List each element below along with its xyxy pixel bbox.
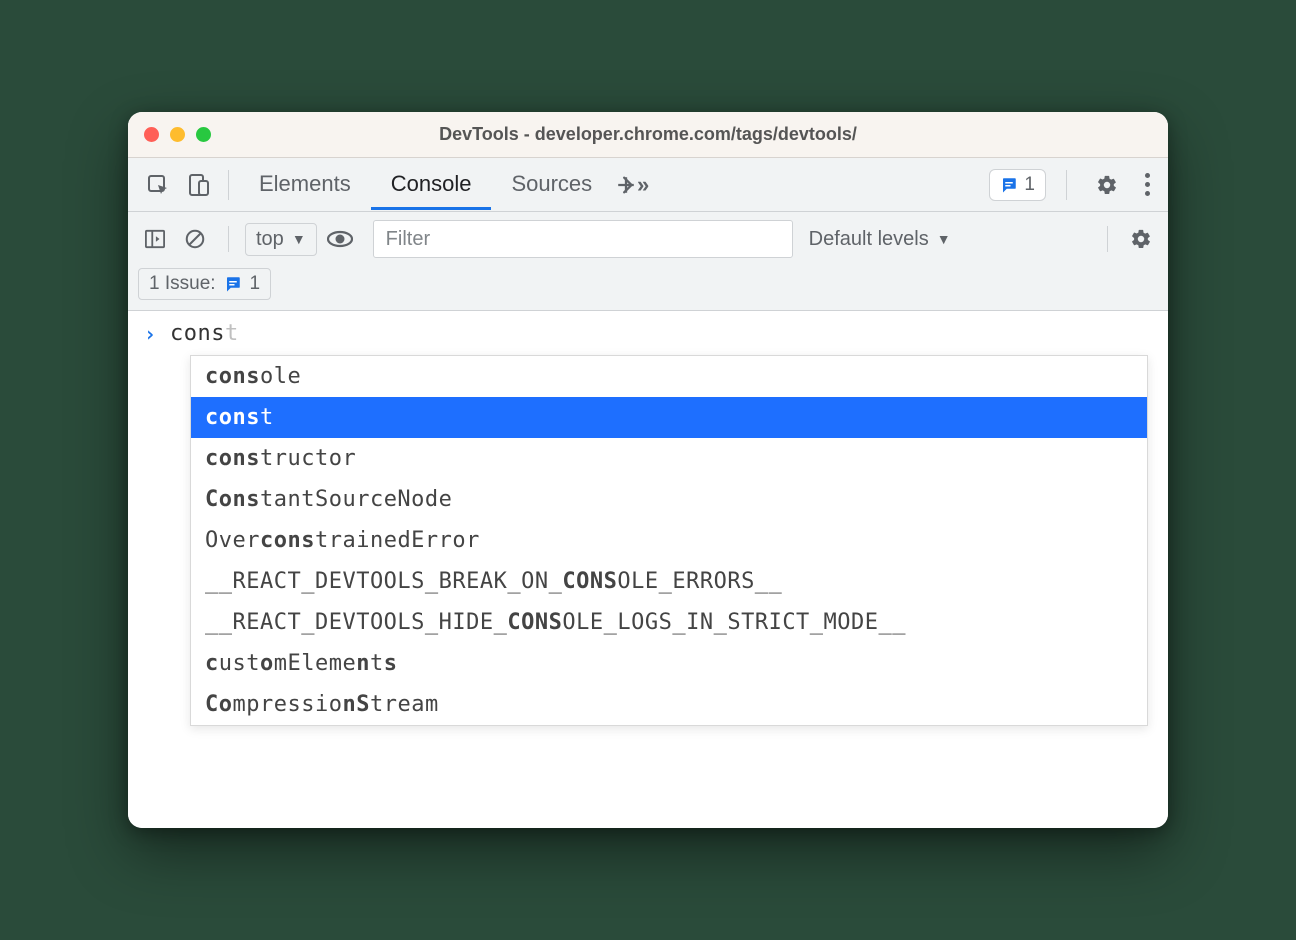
typed-prefix: cons bbox=[170, 321, 225, 346]
issues-pill-count: 1 bbox=[1024, 174, 1035, 196]
panel-tabs: Elements Console Sources » bbox=[239, 159, 652, 210]
window-controls bbox=[144, 127, 211, 142]
issues-pill[interactable]: 1 bbox=[989, 169, 1046, 201]
autocomplete-item[interactable]: OverconstrainedError bbox=[191, 520, 1147, 561]
separator bbox=[228, 170, 229, 200]
autocomplete-item[interactable]: constructor bbox=[191, 438, 1147, 479]
toggle-drawer-icon[interactable] bbox=[138, 224, 172, 254]
console-input-text: const bbox=[170, 321, 239, 346]
context-selector[interactable]: top ▼ bbox=[245, 223, 317, 256]
console-toolbar-row: top ▼ Default levels ▼ bbox=[138, 220, 1158, 258]
typed-ghost: t bbox=[225, 321, 239, 346]
autocomplete-item[interactable]: const bbox=[191, 397, 1147, 438]
settings-icon[interactable] bbox=[1087, 167, 1127, 203]
console-prompt[interactable]: › const bbox=[128, 311, 1168, 350]
minimize-window-button[interactable] bbox=[170, 127, 185, 142]
autocomplete-item[interactable]: ConstantSourceNode bbox=[191, 479, 1147, 520]
chevron-down-icon: ▼ bbox=[937, 231, 951, 247]
issue-icon bbox=[1000, 176, 1018, 194]
panel-tabbar: Elements Console Sources » 1 bbox=[128, 158, 1168, 212]
issues-summary[interactable]: 1 Issue: 1 bbox=[138, 268, 271, 300]
console-settings-icon[interactable] bbox=[1124, 224, 1158, 254]
clear-console-icon[interactable] bbox=[178, 224, 212, 254]
close-window-button[interactable] bbox=[144, 127, 159, 142]
more-tabs-icon[interactable]: » bbox=[612, 167, 652, 203]
devtools-window: DevTools - developer.chrome.com/tags/dev… bbox=[128, 112, 1168, 828]
log-levels-selector[interactable]: Default levels ▼ bbox=[809, 228, 951, 251]
console-body: › const consoleconstconstructorConstantS… bbox=[128, 311, 1168, 828]
more-options-icon[interactable] bbox=[1137, 169, 1158, 200]
tab-elements[interactable]: Elements bbox=[239, 159, 371, 210]
separator bbox=[1066, 170, 1067, 200]
titlebar: DevTools - developer.chrome.com/tags/dev… bbox=[128, 112, 1168, 158]
device-toolbar-icon[interactable] bbox=[178, 167, 218, 203]
separator bbox=[228, 226, 229, 252]
zoom-window-button[interactable] bbox=[196, 127, 211, 142]
separator bbox=[1107, 226, 1108, 252]
toolbar-right: 1 bbox=[989, 167, 1158, 203]
issue-icon bbox=[224, 275, 242, 293]
filter-input[interactable] bbox=[373, 220, 793, 258]
autocomplete-item[interactable]: CompressionStream bbox=[191, 684, 1147, 725]
autocomplete-item[interactable]: console bbox=[191, 356, 1147, 397]
autocomplete-popup: consoleconstconstructorConstantSourceNod… bbox=[190, 355, 1148, 726]
live-expression-icon[interactable] bbox=[323, 224, 357, 254]
filter-field bbox=[373, 220, 793, 258]
autocomplete-item[interactable]: __REACT_DEVTOOLS_BREAK_ON_CONSOLE_ERRORS… bbox=[191, 561, 1147, 602]
autocomplete-item[interactable]: __REACT_DEVTOOLS_HIDE_CONSOLE_LOGS_IN_ST… bbox=[191, 602, 1147, 643]
autocomplete-item[interactable]: customElements bbox=[191, 643, 1147, 684]
console-toolbar: top ▼ Default levels ▼ 1 Issue: bbox=[128, 212, 1168, 311]
issues-count: 1 bbox=[250, 273, 261, 295]
issues-label: 1 Issue: bbox=[149, 273, 216, 295]
chevron-down-icon: ▼ bbox=[292, 231, 306, 247]
window-title: DevTools - developer.chrome.com/tags/dev… bbox=[128, 124, 1168, 145]
log-levels-label: Default levels bbox=[809, 228, 929, 251]
inspect-element-icon[interactable] bbox=[138, 167, 178, 203]
tab-console[interactable]: Console bbox=[371, 159, 492, 210]
context-label: top bbox=[256, 228, 284, 251]
prompt-caret-icon: › bbox=[144, 322, 156, 346]
tab-sources[interactable]: Sources bbox=[491, 159, 612, 210]
